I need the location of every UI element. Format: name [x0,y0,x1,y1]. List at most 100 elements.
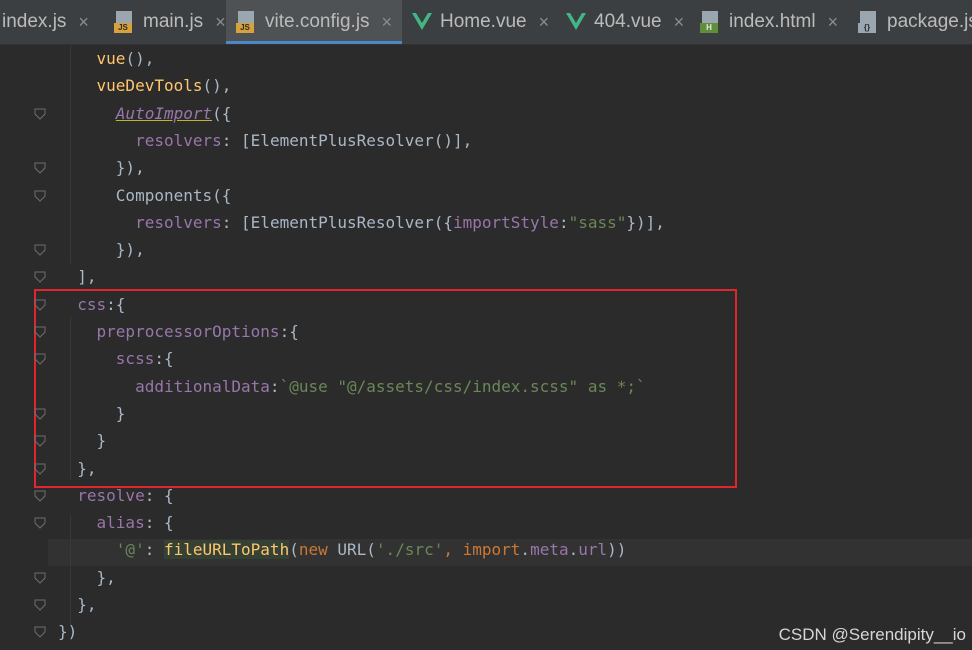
code-token: . [520,540,531,560]
fold-marker-icon[interactable] [34,326,46,338]
fold-marker-icon[interactable] [34,353,46,366]
fold-marker-icon[interactable] [34,190,46,202]
tab-package-js[interactable]: {} package.js [848,0,972,44]
close-icon[interactable]: × [674,12,685,33]
code-line[interactable]: resolvers: [ElementPlusResolver()], [58,127,472,154]
code-editor[interactable]: CSDN @Serendipity__io vue(), vueDevTools… [0,45,972,650]
js-file-icon: JS [114,11,134,33]
code-token: (), [202,76,232,96]
vue-icon [566,13,586,30]
code-token: )) [607,540,627,560]
fold-marker-icon[interactable] [34,572,46,584]
tab-label: Home.vue [440,11,527,32]
code-line[interactable]: }, [58,564,116,591]
code-token: })], [626,212,665,232]
code-line[interactable]: AutoImport({ [58,100,232,127]
code-token: import [462,540,521,560]
fold-marker-icon[interactable] [34,517,46,529]
close-icon[interactable]: × [78,12,89,33]
fold-marker-icon[interactable] [34,162,46,174]
code-token: : { [144,485,174,505]
code-token: css [58,294,107,314]
editor-tab-bar: index.js × JS main.js × JS vite.config.js × Home… [0,0,972,45]
code-token: ( [289,540,299,560]
tab-label: main.js [143,11,204,32]
tab-index-js[interactable]: index.js × [0,0,102,44]
code-line[interactable]: } [58,427,107,454]
fold-marker-icon[interactable] [34,490,46,502]
code-token: url [578,540,608,560]
code-token: '@' [115,540,145,560]
code-token: :{ [106,294,126,314]
code-line[interactable]: resolve: { [58,482,174,509]
code-token: : [ [221,212,251,232]
code-line[interactable]: vueDevTools(), [58,72,232,99]
code-line[interactable]: scss:{ [58,345,174,372]
code-token: }, [58,567,116,587]
code-line[interactable]: }) [58,618,77,645]
code-token: ( [366,540,376,560]
code-token: resolvers [58,212,222,232]
code-token: : [558,212,569,232]
code-token: : [269,376,280,396]
close-icon[interactable]: × [382,12,393,33]
code-token: }, [58,595,97,614]
close-icon[interactable]: × [215,12,226,33]
package-json-icon: {} [858,11,878,33]
code-line[interactable]: ], [58,263,97,290]
fold-marker-icon[interactable] [34,299,46,311]
code-line[interactable]: }, [58,455,96,482]
tab-label: vite.config.js [265,11,370,32]
code-token: vueDevTools [58,76,203,96]
tab-label: index.js [2,11,67,32]
code-token: importStyle [452,212,559,232]
code-token: ], [58,267,97,287]
code-line[interactable]: } [58,400,126,427]
code-line[interactable]: vue(), [58,45,155,72]
close-icon[interactable]: × [539,12,550,33]
code-token: new [298,540,338,560]
fold-marker-icon[interactable] [34,599,46,611]
code-token: scss [58,349,155,369]
tab-label: package.js [887,11,972,32]
code-line[interactable]: preprocessorOptions:{ [58,318,299,345]
watermark: CSDN @Serendipity__io [778,625,966,644]
tab-main-js[interactable]: JS main.js × [104,0,226,44]
tab-index-html[interactable]: Hindex.html × [690,0,848,44]
code-token: ({ [212,185,232,205]
code-token: . [568,540,579,560]
fold-marker-icon[interactable] [34,626,46,639]
code-token: `@use "@/assets/css/index.scss" as *;` [279,376,646,396]
code-token: : [144,540,164,560]
code-token: "sass" [568,212,627,232]
code-token: preprocessorOptions [58,322,280,341]
tab-label: 404.vue [594,11,662,32]
code-line[interactable]: css:{ [58,291,125,318]
fold-marker-icon[interactable] [34,271,46,284]
close-icon[interactable]: × [828,12,839,33]
tab-vite-config-js[interactable]: JS vite.config.js × [226,0,402,44]
code-line[interactable]: }, [58,591,97,618]
fold-marker-icon[interactable] [34,435,46,447]
code-line[interactable]: '@': fileURLToPath(new URL('./src', impo… [58,536,626,563]
code-token: : [ [221,130,251,150]
code-token: }) [58,622,78,642]
code-line[interactable]: alias: { [58,509,174,536]
fold-marker-icon[interactable] [34,244,46,256]
fold-marker-icon[interactable] [34,108,46,120]
code-line[interactable]: additionalData:`@use "@/assets/css/index… [58,373,646,400]
tab-home-vue[interactable]: Home.vue × [402,0,556,44]
code-line[interactable]: }), [58,236,145,263]
tab-404-vue[interactable]: 404.vue × [556,0,690,44]
code-line[interactable]: Components({ [58,182,232,209]
code-token: , [443,540,463,560]
code-token: AutoImport [115,103,213,123]
code-token: (), [125,49,155,68]
fold-marker-icon[interactable] [34,408,46,420]
code-token: } [58,403,126,423]
code-line[interactable]: }), [58,154,145,181]
fold-marker-icon[interactable] [34,463,46,475]
code-line[interactable]: resolvers: [ElementPlusResolver({importS… [58,209,665,236]
